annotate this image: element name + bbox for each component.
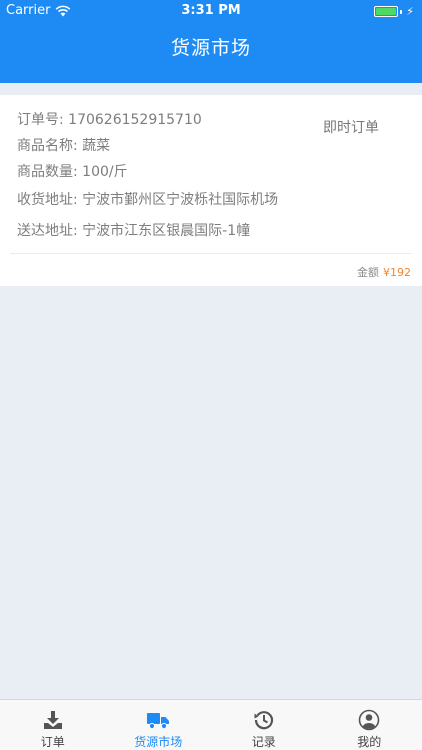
delivery-address: 送达地址: 宁波市江东区银晨国际-1幢 [17, 223, 251, 239]
amount-label: 金额 [357, 266, 379, 279]
page-title: 货源市场 [170, 37, 251, 59]
download-tray-icon [41, 709, 65, 731]
app-screen: Carrier 3:31 PM ⚡ 货源市场 订单号: 170626152915… [0, 0, 422, 750]
header: Carrier 3:31 PM ⚡ 货源市场 [0, 0, 422, 83]
clock: 3:31 PM [181, 3, 241, 18]
tab-profile[interactable]: 我的 [317, 700, 422, 750]
product-name: 商品名称: 蔬菜 [17, 138, 111, 154]
user-circle-icon [357, 709, 381, 731]
tab-orders[interactable]: 订单 [0, 700, 106, 750]
charging-bolt-icon: ⚡ [406, 5, 414, 18]
history-icon [252, 709, 276, 731]
order-card[interactable]: 订单号: 170626152915710 商品名称: 蔬菜 商品数量: 100/… [0, 95, 422, 286]
amount-value: ¥192 [383, 266, 411, 279]
tab-profile-label: 我的 [357, 735, 382, 749]
tab-cargo-market-label: 货源市场 [134, 735, 183, 749]
tab-bar: 订单 货源市场 记录 我的 [0, 699, 422, 750]
battery-icon: ⚡ [374, 5, 414, 18]
status-bar: Carrier 3:31 PM ⚡ [0, 0, 422, 22]
tab-records[interactable]: 记录 [211, 700, 317, 750]
tab-records-label: 记录 [251, 735, 276, 749]
truck-icon [146, 709, 170, 731]
tab-cargo-market[interactable]: 货源市场 [106, 700, 212, 750]
order-type-tag: 即时订单 [323, 120, 379, 136]
order-amount: 金额 ¥192 [357, 264, 411, 280]
pickup-address: 收货地址: 宁波市鄞州区宁波栎社国际机场 [17, 192, 279, 208]
product-quantity: 商品数量: 100/斤 [17, 164, 128, 180]
order-number: 订单号: 170626152915710 [17, 112, 202, 128]
tab-orders-label: 订单 [40, 735, 65, 749]
divider [10, 253, 412, 254]
